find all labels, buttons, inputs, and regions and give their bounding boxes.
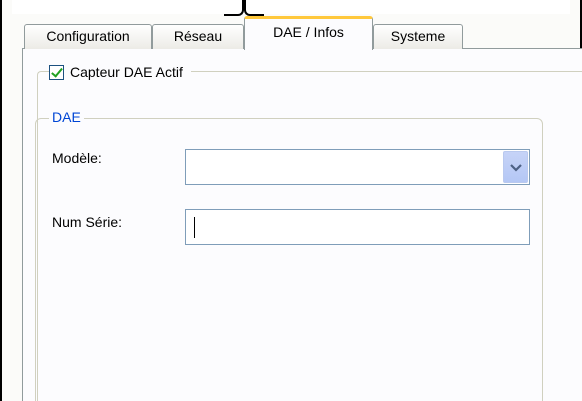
- sensor-active-label: Capteur DAE Actif: [70, 64, 183, 80]
- checkbox-checked-icon[interactable]: [49, 64, 64, 80]
- model-label: Modèle:: [52, 150, 102, 166]
- model-dropdown-button[interactable]: [503, 151, 528, 183]
- serial-number-label: Num Série:: [52, 214, 123, 230]
- tab-systeme[interactable]: Systeme: [373, 24, 463, 49]
- tab-strip: Configuration Réseau DAE / Infos Systeme: [22, 15, 582, 50]
- model-select[interactable]: [185, 149, 530, 185]
- dae-infos-panel: Capteur DAE Actif DAE Modèle: Num Série:: [22, 49, 582, 401]
- dae-group-title: DAE: [49, 107, 84, 127]
- chevron-down-icon: [510, 164, 522, 172]
- serial-number-input[interactable]: [185, 209, 530, 245]
- tab-reseau[interactable]: Réseau: [152, 24, 244, 49]
- sensor-active-checkbox[interactable]: Capteur DAE Actif: [49, 62, 191, 82]
- text-caret: [194, 217, 195, 238]
- tab-configuration[interactable]: Configuration: [24, 24, 152, 49]
- window-notch: [12, 0, 570, 16]
- window-frame: Configuration Réseau DAE / Infos Systeme…: [0, 0, 582, 401]
- tab-dae-infos[interactable]: DAE / Infos: [244, 16, 373, 50]
